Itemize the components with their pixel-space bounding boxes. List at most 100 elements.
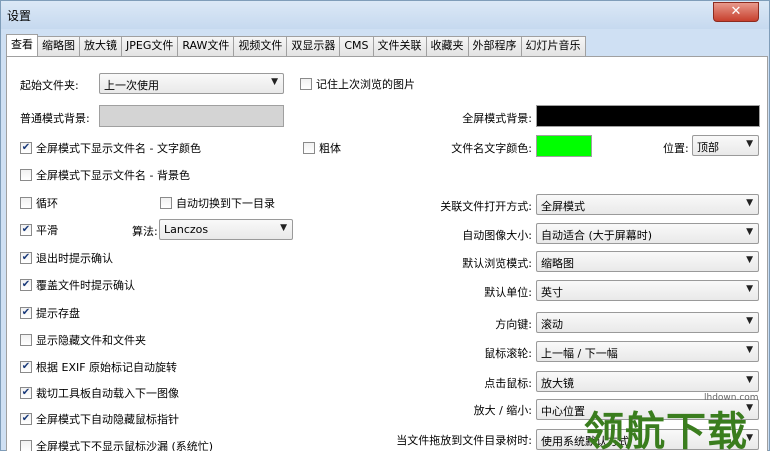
chevron-down-icon: ▼	[746, 139, 753, 149]
default-unit-value: 英寸	[541, 286, 563, 299]
bold-checkbox[interactable]: 粗体	[303, 140, 341, 156]
checkbox-label: 循环	[36, 197, 58, 210]
auto-next-folder-checkbox[interactable]: 自动切换到下一目录	[160, 195, 275, 211]
arrow-keys-label: 方向键:	[495, 318, 532, 331]
chevron-down-icon: ▼	[746, 345, 753, 355]
position-value: 顶部	[697, 141, 719, 154]
mouse-wheel-select[interactable]: 上一幅 / 下一幅 ▼	[536, 341, 759, 362]
assoc-open-select[interactable]: 全屏模式 ▼	[536, 194, 759, 215]
arrow-keys-value: 滚动	[541, 318, 563, 331]
auto-size-label: 自动图像大小:	[462, 229, 532, 242]
arrow-keys-select[interactable]: 滚动 ▼	[536, 312, 759, 333]
auto-size-select[interactable]: 自动适合 (大于屏幕时) ▼	[536, 223, 759, 244]
start-folder-label: 起始文件夹:	[20, 79, 79, 92]
checkbox-label: 提示存盘	[36, 307, 80, 320]
checkbox-box: ✔	[20, 142, 32, 154]
default-browse-select[interactable]: 缩略图 ▼	[536, 251, 759, 272]
default-unit-label: 默认单位:	[484, 286, 532, 299]
tab-favorites[interactable]: 收藏夹	[425, 36, 469, 56]
smooth-checkbox[interactable]: ✔ 平滑	[20, 222, 58, 238]
checkbox-box: ✔	[20, 307, 32, 319]
algorithm-select[interactable]: Lanczos ▼	[159, 219, 293, 240]
confirm-overwrite-checkbox[interactable]: ✔ 覆盖文件时提示确认	[20, 277, 135, 293]
fullscreen-bg-label: 全屏模式背景:	[462, 112, 532, 125]
checkbox-box	[300, 78, 312, 90]
close-button[interactable]: ✕	[713, 2, 759, 22]
normal-bg-label: 普通模式背景:	[20, 112, 90, 125]
checkbox-label: 显示隐藏文件和文件夹	[36, 334, 146, 347]
tab-video[interactable]: 视频文件	[233, 36, 288, 56]
start-folder-value: 上一次使用	[104, 79, 159, 92]
tab-file-association[interactable]: 文件关联	[372, 36, 427, 56]
algorithm-value: Lanczos	[164, 223, 209, 236]
auto-size-value: 自动适合 (大于屏幕时)	[541, 229, 653, 242]
confirm-exit-checkbox[interactable]: ✔ 退出时提示确认	[20, 250, 113, 266]
tab-dual-monitor[interactable]: 双显示器	[286, 36, 341, 56]
tab-slideshow-music[interactable]: 幻灯片音乐	[520, 36, 586, 56]
checkbox-label: 根据 EXIF 原始标记自动旋转	[36, 361, 178, 374]
no-hourglass-checkbox[interactable]: 全屏模式下不显示鼠标沙漏 (系统忙)	[20, 438, 213, 451]
show-filename-text-color-checkbox[interactable]: ✔ 全屏模式下显示文件名 - 文字颜色	[20, 140, 201, 156]
algorithm-label: 算法:	[132, 225, 158, 238]
checkbox-label: 记住上次浏览的图片	[316, 78, 415, 91]
chevron-down-icon: ▼	[746, 198, 753, 208]
tab-view[interactable]: 查看	[6, 34, 38, 56]
exif-rotate-checkbox[interactable]: ✔ 根据 EXIF 原始标记自动旋转	[20, 359, 177, 375]
checkbox-box	[20, 334, 32, 346]
tab-raw[interactable]: RAW文件	[177, 36, 235, 56]
checkbox-box	[20, 197, 32, 209]
checkbox-label: 裁切工具板自动载入下一图像	[36, 387, 179, 400]
zoom-value: 中心位置	[541, 405, 585, 418]
tab-strip: 查看 缩略图 放大镜 JPEG文件 RAW文件 视频文件 双显示器 CMS 文件…	[6, 34, 586, 56]
loop-checkbox[interactable]: 循环	[20, 195, 58, 211]
show-filename-bg-color-checkbox[interactable]: 全屏模式下显示文件名 - 背景色	[20, 167, 190, 183]
fullscreen-bg-color-swatch[interactable]	[536, 105, 760, 127]
checkbox-box: ✔	[20, 224, 32, 236]
settings-dialog: 设置 ✕ 查看 缩略图 放大镜 JPEG文件 RAW文件 视频文件 双显示器 C…	[0, 0, 770, 451]
assoc-open-label: 关联文件打开方式:	[440, 200, 532, 213]
default-unit-select[interactable]: 英寸 ▼	[536, 280, 759, 301]
assoc-open-value: 全屏模式	[541, 200, 585, 213]
chevron-down-icon: ▼	[271, 77, 278, 87]
remember-last-image-checkbox[interactable]: 记住上次浏览的图片	[300, 76, 415, 92]
position-select[interactable]: 顶部 ▼	[692, 135, 759, 156]
prompt-save-checkbox[interactable]: ✔ 提示存盘	[20, 305, 80, 321]
chevron-down-icon: ▼	[746, 255, 753, 265]
tab-thumbnail[interactable]: 缩略图	[37, 36, 80, 56]
tab-external-programs[interactable]: 外部程序	[467, 36, 522, 56]
crop-auto-next-checkbox[interactable]: ✔ 裁切工具板自动载入下一图像	[20, 385, 179, 401]
mouse-click-select[interactable]: 放大镜 ▼	[536, 371, 759, 392]
checkbox-label: 全屏模式下显示文件名 - 背景色	[36, 169, 190, 182]
position-label: 位置:	[663, 142, 689, 155]
tab-jpeg[interactable]: JPEG文件	[121, 36, 179, 56]
chevron-down-icon: ▼	[746, 375, 753, 385]
checkbox-label: 退出时提示确认	[36, 252, 113, 265]
checkbox-label: 自动切换到下一目录	[176, 197, 275, 210]
tab-cms[interactable]: CMS	[339, 36, 374, 56]
normal-bg-color-swatch[interactable]	[99, 105, 284, 127]
mouse-wheel-label: 鼠标滚轮:	[484, 347, 532, 360]
drag-label: 当文件拖放到文件目录树时:	[396, 434, 532, 447]
checkbox-label: 全屏模式下自动隐藏鼠标指针	[36, 413, 179, 426]
show-hidden-checkbox[interactable]: 显示隐藏文件和文件夹	[20, 332, 146, 348]
start-folder-select[interactable]: 上一次使用 ▼	[99, 73, 284, 94]
watermark-text: 领航下载	[584, 409, 748, 451]
view-settings-panel: 起始文件夹: 上一次使用 ▼ 记住上次浏览的图片 普通模式背景: 全屏模式背景:…	[6, 56, 768, 451]
chevron-down-icon: ▼	[280, 223, 287, 233]
checkbox-box	[303, 142, 315, 154]
auto-hide-cursor-checkbox[interactable]: ✔ 全屏模式下自动隐藏鼠标指针	[20, 411, 179, 427]
filename-text-color-swatch[interactable]	[536, 135, 592, 157]
mouse-wheel-value: 上一幅 / 下一幅	[541, 347, 618, 360]
watermark: lhdown.com 领航下载	[584, 393, 770, 451]
checkbox-label: 覆盖文件时提示确认	[36, 279, 135, 292]
checkbox-box: ✔	[20, 279, 32, 291]
checkbox-box	[160, 197, 172, 209]
title-bar: 设置 ✕	[1, 1, 769, 29]
checkbox-box	[20, 440, 32, 451]
default-browse-label: 默认浏览模式:	[462, 257, 532, 270]
chevron-down-icon: ▼	[746, 227, 753, 237]
checkbox-label: 粗体	[319, 142, 341, 155]
checkbox-box: ✔	[20, 413, 32, 425]
checkbox-box: ✔	[20, 387, 32, 399]
tab-magnifier[interactable]: 放大镜	[79, 36, 122, 56]
